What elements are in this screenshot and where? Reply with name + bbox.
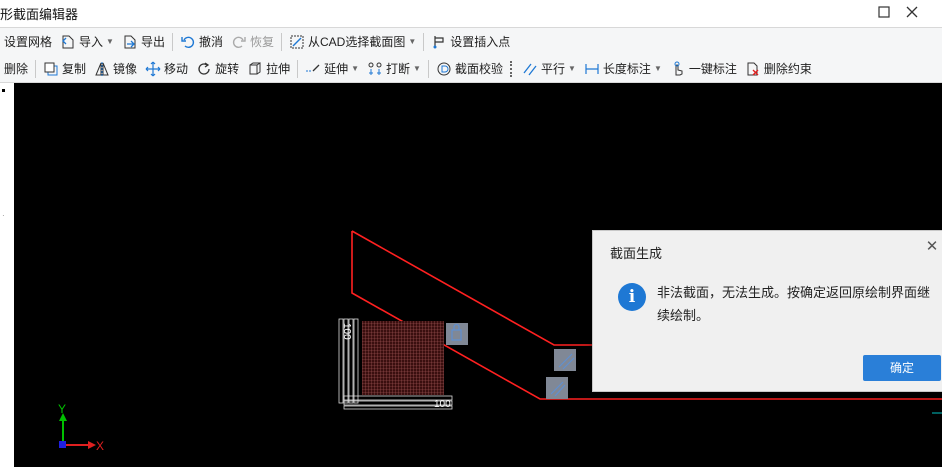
window-title: 形截面编辑器 — [0, 7, 79, 22]
dialog-title: 截面生成 — [610, 246, 663, 261]
export-label: 导出 — [140, 35, 165, 49]
section-check-label: 截面校验 — [454, 62, 503, 76]
parallel-button[interactable]: 平行 ▼ — [518, 58, 580, 80]
edit-toolbar: 删除 复制 镜像 移动 旋转 拉伸 延伸 ▼ 打断 ▼ 截面校验 平行 ▼ 长度标注 ▼ — [0, 55, 942, 83]
extend-label: 延伸 — [324, 62, 349, 76]
rotate-icon — [196, 61, 212, 77]
dialog-close-icon[interactable]: ✕ — [924, 239, 940, 255]
dimension-label-horizontal: 100 — [434, 399, 451, 410]
move-button[interactable]: 移动 — [141, 58, 192, 80]
chevron-down-icon: ▼ — [568, 64, 576, 73]
axis-indicator: Y X — [58, 402, 104, 453]
cad-select-icon — [289, 34, 305, 50]
set-insert-point-label: 设置插入点 — [450, 35, 511, 49]
extend-button[interactable]: 延伸 ▼ — [301, 58, 363, 80]
maximize-icon[interactable] — [874, 3, 894, 23]
axis-y-label: Y — [58, 402, 66, 416]
chevron-down-icon: ▼ — [351, 64, 360, 73]
import-button[interactable]: 导入 ▼ — [56, 31, 118, 53]
break-button[interactable]: 打断 ▼ — [363, 58, 425, 80]
hand-icon — [670, 61, 686, 77]
grid-block-pattern — [362, 321, 444, 395]
delete-constraint-button[interactable]: 删除约束 — [741, 58, 816, 80]
section-generation-dialog: 截面生成 ✕ i 非法截面，无法生成。按确定返回原绘制界面继续绘制。 确定 — [592, 230, 942, 392]
chevron-down-icon: ▼ — [408, 37, 417, 46]
undo-button[interactable]: 撤消 — [176, 31, 227, 53]
copy-icon — [43, 61, 59, 77]
constraint-marker-parallel-2[interactable] — [546, 377, 568, 399]
grid-settings-button[interactable]: 设置网格 — [0, 31, 56, 53]
divider — [35, 59, 37, 78]
undo-label: 撤消 — [198, 35, 223, 49]
export-icon — [122, 34, 138, 50]
extend-icon — [305, 61, 321, 77]
delete-constraint-icon — [745, 61, 761, 77]
chevron-down-icon: ▼ — [413, 64, 421, 73]
close-icon[interactable] — [902, 3, 922, 23]
divider — [427, 59, 429, 78]
toolbar-grip[interactable] — [509, 60, 515, 77]
length-dimension-button[interactable]: 长度标注 ▼ — [580, 58, 666, 80]
dialog-message: 非法截面，无法生成。按确定返回原绘制界面继续绘制。 — [657, 285, 931, 323]
chevron-down-icon: ▼ — [106, 37, 114, 46]
dimension-label-vertical: 100 — [341, 323, 352, 340]
divider — [171, 32, 173, 51]
delete-label: 删除 — [4, 62, 29, 76]
section-check-button[interactable]: 截面校验 — [432, 58, 507, 80]
rotate-label: 旋转 — [215, 62, 240, 76]
select-from-cad-label: 从CAD选择截面图 — [308, 35, 406, 49]
redo-label: 恢复 — [249, 35, 274, 49]
select-from-cad-button[interactable]: 从CAD选择截面图 ▼ — [285, 31, 420, 53]
import-label: 导入 — [79, 35, 104, 49]
one-click-dimension-button[interactable]: 一键标注 — [666, 58, 741, 80]
ok-button[interactable]: 确定 — [863, 355, 941, 381]
export-button[interactable]: 导出 — [118, 31, 169, 53]
delete-button[interactable]: 删除 — [0, 58, 32, 80]
divider — [281, 32, 282, 51]
grid-settings-label: 设置网格 — [4, 35, 53, 49]
panel-marker — [2, 89, 5, 92]
section-check-icon — [436, 61, 452, 77]
parallel-icon — [522, 61, 538, 77]
divider — [423, 32, 425, 51]
one-click-dimension-label: 一键标注 — [688, 62, 737, 76]
title-bar: 形截面编辑器 — [0, 0, 942, 26]
break-label: 打断 — [386, 62, 411, 76]
info-icon: i — [618, 283, 646, 311]
import-icon — [60, 34, 76, 50]
insert-point-icon — [431, 34, 447, 50]
undo-icon — [180, 34, 196, 50]
length-dimension-label: 长度标注 — [602, 62, 651, 76]
set-insert-point-button[interactable]: 设置插入点 — [427, 31, 514, 53]
delete-constraint-label: 删除约束 — [763, 62, 812, 76]
constraint-marker-lock[interactable] — [446, 323, 468, 345]
mirror-icon — [94, 61, 110, 77]
constraint-marker-parallel-1[interactable] — [554, 349, 576, 371]
rotate-button[interactable]: 旋转 — [192, 58, 243, 80]
chevron-down-icon: ▼ — [653, 64, 662, 73]
divider — [297, 59, 299, 78]
splitter-handle[interactable]: · — [2, 211, 5, 220]
axis-x-label: X — [96, 439, 104, 453]
move-icon — [145, 61, 161, 77]
break-icon — [367, 61, 383, 77]
stretch-label: 拉伸 — [266, 62, 291, 76]
redo-button[interactable]: 恢复 — [227, 31, 278, 53]
length-dimension-icon — [584, 61, 600, 77]
stretch-icon — [247, 61, 263, 77]
redo-icon — [231, 34, 247, 50]
left-panel-edge: · — [0, 83, 14, 467]
copy-button[interactable]: 复制 — [39, 58, 90, 80]
mirror-label: 镜像 — [113, 62, 138, 76]
main-toolbar: 设置网格 导入 ▼ 导出 撤消 恢复 从CAD选择截面图 ▼ 设置插入点 — [0, 27, 942, 56]
copy-label: 复制 — [62, 62, 87, 76]
stretch-button[interactable]: 拉伸 — [243, 58, 294, 80]
mirror-button[interactable]: 镜像 — [90, 58, 141, 80]
move-label: 移动 — [164, 62, 189, 76]
parallel-label: 平行 — [540, 62, 565, 76]
